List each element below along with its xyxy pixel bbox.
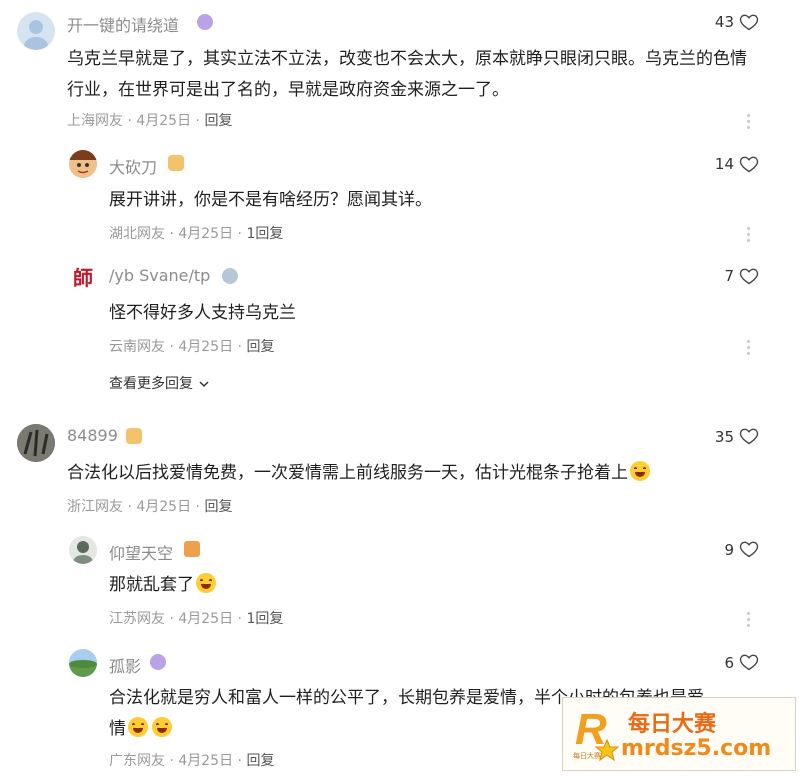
- date: 4月25日: [136, 113, 192, 129]
- comment-text: 展开讲讲，你是不是有啥经历？愿闻其详。: [109, 190, 432, 210]
- reply-link[interactable]: 回复: [204, 499, 232, 515]
- level-badge-icon: [184, 541, 200, 557]
- expand-label: 查看更多回复: [109, 376, 193, 392]
- like-count: 43: [714, 13, 734, 31]
- username[interactable]: 84899: [67, 426, 118, 445]
- more-options-icon[interactable]: [747, 612, 751, 630]
- separator: ·: [169, 226, 174, 242]
- separator: ·: [195, 113, 200, 129]
- comment-text-content: 那就乱套了: [109, 575, 194, 595]
- separator: ·: [237, 753, 242, 769]
- avatar[interactable]: [17, 424, 55, 462]
- date: 4月25日: [178, 339, 234, 355]
- region: 浙江网友: [67, 499, 123, 515]
- date: 4月25日: [178, 611, 234, 627]
- separator: ·: [127, 499, 132, 515]
- watermark-url: mrdsz5.com: [621, 736, 772, 761]
- more-options-icon[interactable]: [747, 340, 751, 358]
- comment-text-content: 合法化以后找爱情免费，一次爱情需上前线服务一天，估计光棍条子抢着上: [67, 463, 628, 483]
- laughing-emoji-icon: [152, 717, 172, 737]
- comment-meta: 江苏网友 · 4月25日 · 1回复: [109, 608, 283, 628]
- comment-text: 怪不得好多人支持乌克兰: [109, 303, 296, 323]
- laughing-emoji-icon: [128, 717, 148, 737]
- date: 4月25日: [178, 226, 234, 242]
- date: 4月25日: [136, 499, 192, 515]
- level-badge-icon: [168, 155, 184, 171]
- chevron-down-icon: [199, 381, 209, 388]
- username[interactable]: /yb Svane/tp: [109, 266, 210, 285]
- region: 广东网友: [109, 753, 165, 769]
- reply-link[interactable]: 回复: [204, 113, 232, 129]
- region: 湖北网友: [109, 226, 165, 242]
- region: 云南网友: [109, 339, 165, 355]
- more-options-icon[interactable]: [747, 227, 751, 245]
- like-count: 14: [714, 155, 734, 173]
- reply-link[interactable]: 回复: [246, 339, 274, 355]
- date: 4月25日: [178, 753, 234, 769]
- comment-meta: 湖北网友 · 4月25日 · 1回复: [109, 223, 283, 243]
- avatar-glyph: 師: [73, 265, 93, 290]
- heart-icon[interactable]: [739, 12, 759, 32]
- username[interactable]: 仰望天空: [109, 540, 173, 564]
- avatar[interactable]: [69, 150, 97, 178]
- avatar[interactable]: [17, 12, 55, 50]
- separator: ·: [237, 339, 242, 355]
- heart-icon[interactable]: [739, 266, 759, 286]
- watermark: R 每日大赛 每日大赛 mrdsz5.com: [562, 697, 796, 771]
- reply-link[interactable]: 回复: [246, 753, 274, 769]
- username[interactable]: 开一键的请绕道: [67, 12, 179, 36]
- landscape-avatar-icon: [69, 649, 97, 677]
- heart-icon[interactable]: [739, 652, 759, 672]
- default-avatar-icon: [24, 20, 48, 50]
- avatar[interactable]: 師: [69, 262, 97, 290]
- photo-avatar-icon: [17, 424, 55, 462]
- separator: ·: [237, 611, 242, 627]
- comment-text: 那就乱套了: [109, 570, 216, 601]
- separator: ·: [195, 499, 200, 515]
- like-count: 9: [724, 541, 734, 559]
- watermark-logo-icon: R 每日大赛: [573, 705, 620, 762]
- separator: ·: [237, 226, 242, 242]
- separator: ·: [169, 339, 174, 355]
- reply-link[interactable]: 1回复: [246, 226, 283, 242]
- like-count: 35: [714, 428, 734, 446]
- laughing-emoji-icon: [630, 461, 650, 481]
- separator: ·: [127, 113, 132, 129]
- avatar[interactable]: [69, 649, 97, 677]
- comment-meta: 浙江网友 · 4月25日 · 回复: [67, 496, 232, 516]
- comment-meta: 上海网友 · 4月25日 · 回复: [67, 110, 232, 130]
- like-count: 6: [724, 654, 734, 672]
- expand-more-replies[interactable]: 查看更多回复: [109, 373, 209, 393]
- region: 上海网友: [67, 113, 123, 129]
- watermark-title: 每日大赛: [628, 712, 717, 737]
- heart-icon[interactable]: [739, 539, 759, 559]
- avatar[interactable]: [69, 536, 97, 564]
- username[interactable]: 孤影: [109, 653, 141, 677]
- comment-meta: 广东网友 · 4月25日 · 回复: [109, 750, 274, 770]
- more-options-icon[interactable]: [747, 114, 751, 132]
- username[interactable]: 大砍刀: [109, 154, 157, 178]
- level-badge-icon: [150, 654, 166, 670]
- separator: ·: [169, 611, 174, 627]
- like-count: 7: [724, 267, 734, 285]
- photo-avatar-icon: [69, 536, 97, 564]
- reply-link[interactable]: 1回复: [246, 611, 283, 627]
- comment-meta: 云南网友 · 4月25日 · 回复: [109, 336, 274, 356]
- cartoon-face-icon: [69, 150, 97, 178]
- laughing-emoji-icon: [196, 573, 216, 593]
- region: 江苏网友: [109, 611, 165, 627]
- logo-sub: 每日大赛: [573, 751, 601, 760]
- level-badge-icon: [126, 428, 142, 444]
- comment-text-content: 情: [109, 719, 126, 739]
- comment-text: 乌克兰早就是了，其实立法不立法，改变也不会太大，原本就睁只眼闭只眼。乌克兰的色情…: [67, 49, 747, 100]
- separator: ·: [169, 753, 174, 769]
- comment-text: 合法化以后找爱情免费，一次爱情需上前线服务一天，估计光棍条子抢着上: [67, 458, 757, 489]
- level-badge-icon: [222, 268, 238, 284]
- heart-icon[interactable]: [739, 426, 759, 446]
- heart-icon[interactable]: [739, 154, 759, 174]
- level-badge-icon: [197, 14, 213, 30]
